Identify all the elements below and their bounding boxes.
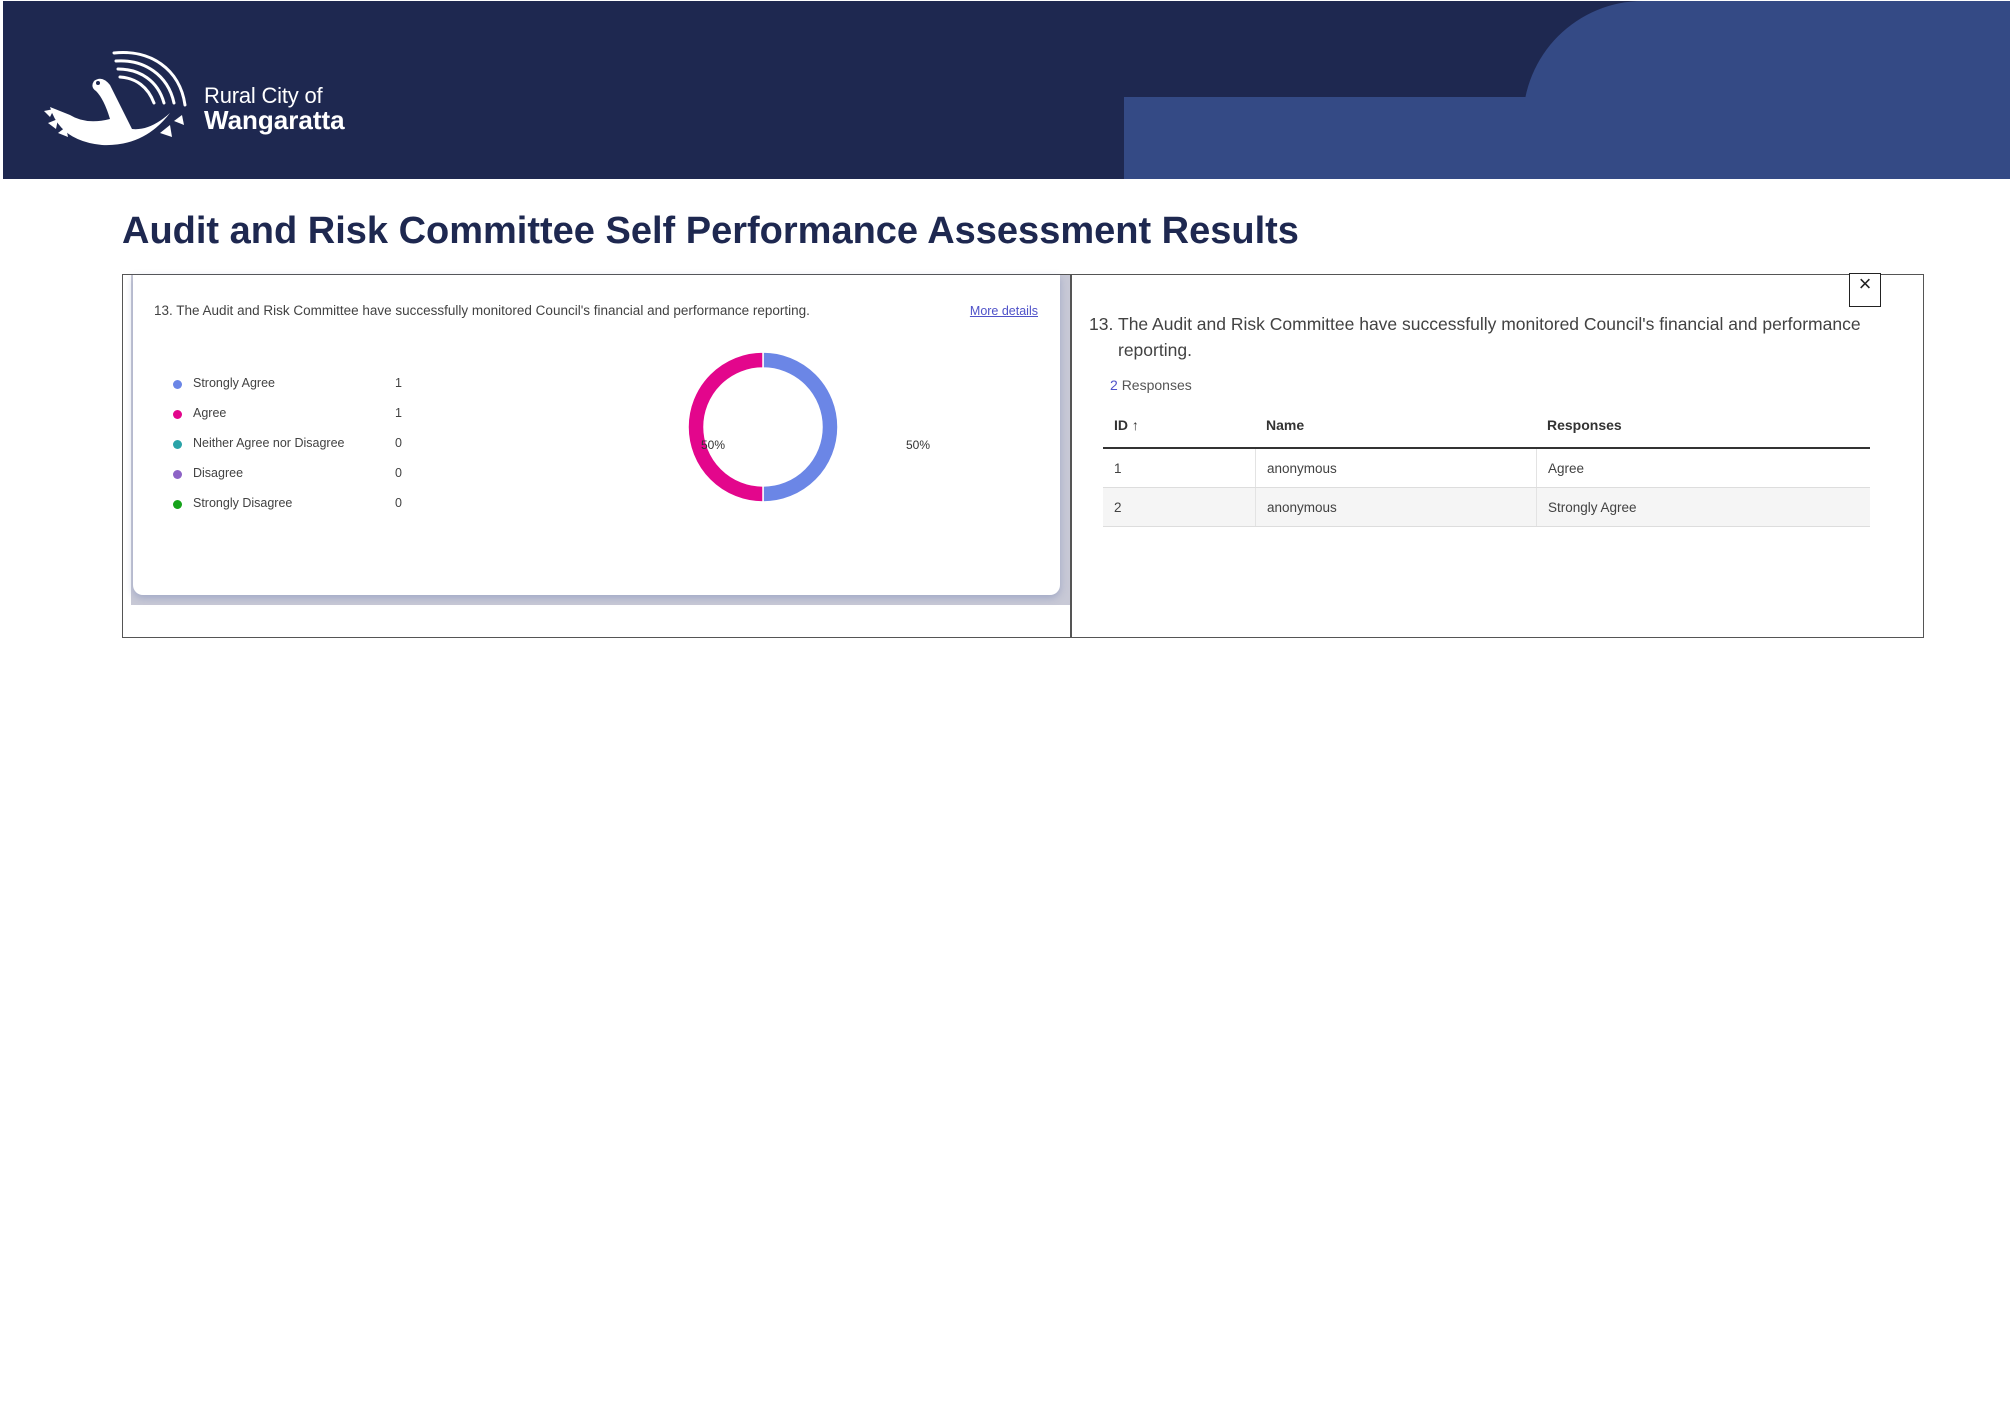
donut-slice-strongly-agree[interactable] [762,351,839,503]
question-text: 13. The Audit and Risk Committee have su… [154,303,810,318]
legend-count: 0 [395,466,402,480]
legend-item: Strongly Agree 1 [173,376,413,406]
cell-response: Agree [1536,449,1870,487]
panel-divider [1070,275,1072,637]
data-label: 50% [906,438,931,452]
cell-name: anonymous [1255,449,1536,487]
cell-response: Strongly Agree [1536,488,1870,526]
legend-item: Agree 1 [173,406,413,436]
question-text: The Audit and Risk Committee have succes… [1118,314,1861,360]
header-banner: Rural City of Wangaratta [3,1,2010,179]
legend-count: 0 [395,436,402,450]
banner-shape [1523,1,2010,179]
cell-name: anonymous [1255,488,1536,526]
table-header-row: ID ↑ Name Responses [1103,403,1870,449]
legend-label: Strongly Agree [193,376,275,390]
legend-label: Agree [193,406,227,420]
legend: Strongly Agree 1 Agree 1 Neither Agree n… [173,376,413,526]
summary-card: 13. The Audit and Risk Committee have su… [133,275,1060,595]
cell-id: 1 [1114,460,1122,476]
column-header-id[interactable]: ID ↑ [1103,403,1255,447]
legend-dot-icon [173,410,182,419]
data-label: 50% [701,438,726,452]
legend-dot-icon [173,470,182,479]
responses-table: ID ↑ Name Responses 1 anonymous Agree 2 … [1103,403,1870,527]
legend-label: Neither Agree nor Disagree [193,436,345,450]
legend-label: Strongly Disagree [193,496,293,510]
legend-dot-icon [173,440,182,449]
responses-number[interactable]: 2 [1110,377,1118,393]
table-row[interactable]: 1 anonymous Agree [1103,449,1870,488]
column-header-name[interactable]: Name [1255,403,1536,447]
council-logo-icon [44,51,187,146]
legend-count: 1 [395,376,402,390]
screenshot-frame: 13. The Audit and Risk Committee have su… [122,273,1924,638]
close-button[interactable]: × [1849,273,1881,307]
legend-dot-icon [173,500,182,509]
table-row[interactable]: 2 anonymous Strongly Agree [1103,488,1870,527]
close-icon: × [1858,271,1872,296]
page-title: Audit and Risk Committee Self Performanc… [122,210,1299,252]
legend-item: Disagree 0 [173,466,413,496]
legend-count: 1 [395,406,402,420]
cell-id: 2 [1114,499,1122,515]
column-header-responses[interactable]: Responses [1536,403,1870,447]
question-number: 13. [1089,314,1114,334]
legend-count: 0 [395,496,402,510]
legend-item: Neither Agree nor Disagree 0 [173,436,413,466]
legend-dot-icon [173,380,182,389]
responses-label: Responses [1121,377,1192,393]
responses-count: 2 Responses [1110,377,1192,393]
brand-name-line2: Wangaratta [204,105,345,135]
donut-slice-agree[interactable] [687,351,764,503]
more-details-link[interactable]: More details [970,304,1038,318]
legend-item: Strongly Disagree 0 [173,496,413,526]
donut-chart [687,351,839,503]
legend-label: Disagree [193,466,244,480]
